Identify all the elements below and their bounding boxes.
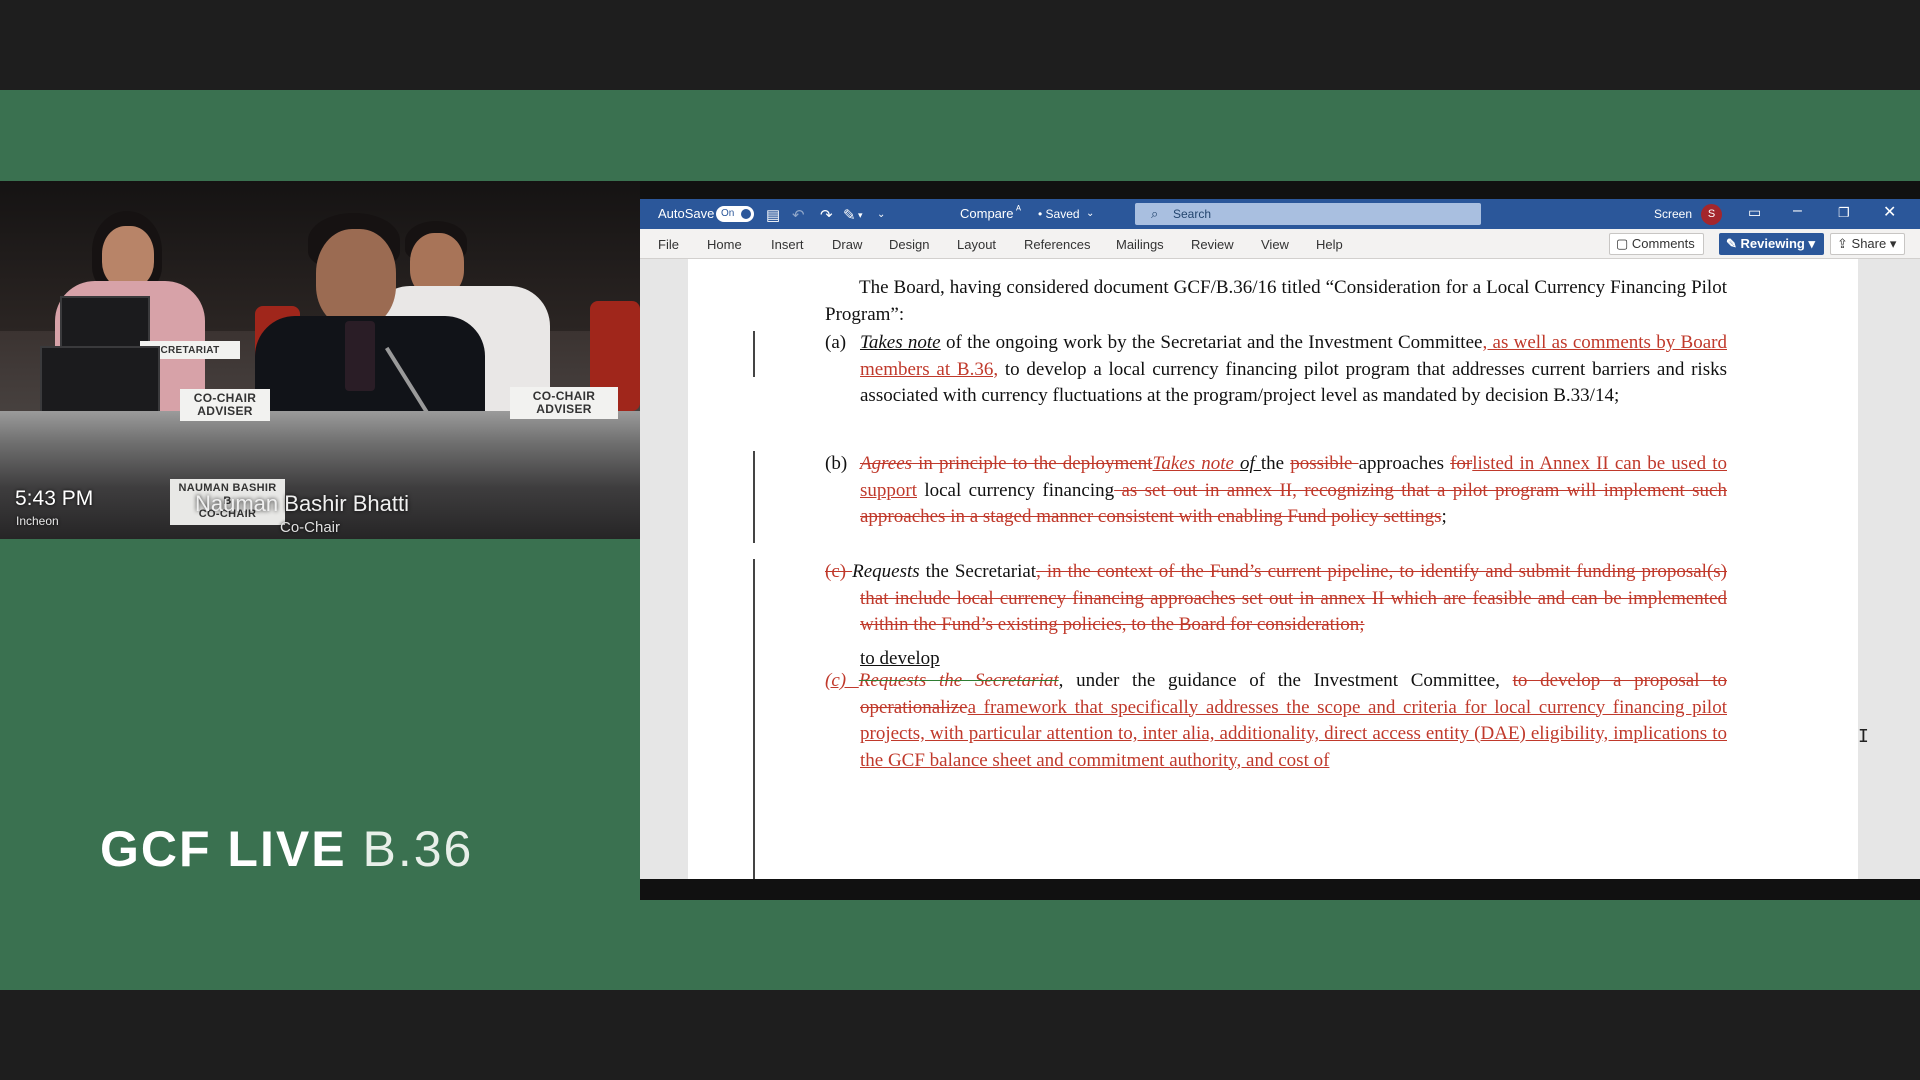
a-takes-note: Takes note <box>860 332 941 353</box>
document-title[interactable]: Compare <box>960 206 1013 221</box>
c1-label: (c) <box>825 561 853 582</box>
title-bar: AutoSave On ▤ ↶ ↷ ✎ ▾ ⌄ Compare ᴬ • Save… <box>640 199 1920 229</box>
restore-icon[interactable]: ❐ <box>1838 205 1850 221</box>
placard-adviser-right: CO-CHAIR ADVISER <box>510 387 618 419</box>
tab-layout[interactable]: Layout <box>957 237 996 252</box>
avatar[interactable]: S <box>1701 204 1722 225</box>
minimize-icon[interactable]: – <box>1793 202 1802 220</box>
c2-text: , under the guidance of the Investment C… <box>1058 670 1513 691</box>
speaker-name: Nauman Bashir Bhatti <box>195 491 409 516</box>
c1-requests: Requests <box>852 561 920 582</box>
c2-label: (c) <box>825 670 859 691</box>
format-painter-icon[interactable]: ✎ <box>843 206 856 224</box>
speaker-video: CRETARIAT CO-CHAIR ADVISER CO-CHAIR ADVI… <box>0 181 640 539</box>
tab-insert[interactable]: Insert <box>771 237 804 252</box>
paragraph-a: Takes note of the ongoing work by the Se… <box>860 330 1727 410</box>
comments-button[interactable]: ▢ Comments <box>1609 233 1704 255</box>
redo-icon[interactable]: ↷ <box>820 206 833 224</box>
b-deleted-1: in principle to the deployment <box>912 453 1153 474</box>
comment-icon: ▢ <box>1616 236 1629 251</box>
save-icon[interactable]: ▤ <box>766 206 780 224</box>
saved-status[interactable]: • Saved <box>1038 207 1080 221</box>
autosave-label: AutoSave <box>658 206 715 221</box>
status-strip <box>640 879 1920 900</box>
c2-deleted-requests: Requests the Secretariat <box>858 670 1059 691</box>
tab-file[interactable]: File <box>658 237 679 252</box>
speaker-role: Co-Chair <box>280 519 341 536</box>
item-a-label: (a) <box>825 332 847 353</box>
b-local-currency: local currency financing <box>917 479 1115 501</box>
c2-inserted: a framework that specifically addresses … <box>860 696 1727 771</box>
location-label: Incheon <box>16 514 59 528</box>
placard-adviser-left: CO-CHAIR ADVISER <box>180 389 270 421</box>
tab-view[interactable]: View <box>1261 237 1289 252</box>
share-button[interactable]: ⇪ Share ▾ <box>1830 233 1906 255</box>
b-of: of <box>1240 453 1261 474</box>
item-b-label: (b) <box>825 453 848 474</box>
event-logo: GCF LIVE B.36 <box>100 820 473 878</box>
tab-mailings[interactable]: Mailings <box>1116 237 1164 252</box>
b-inserted-takes-note: Takes note <box>1152 453 1240 474</box>
user-name[interactable]: Screen <box>1654 207 1692 221</box>
tab-home[interactable]: Home <box>707 237 742 252</box>
change-bar <box>753 451 755 543</box>
customize-toolbar-icon[interactable]: ⌄ <box>877 209 885 220</box>
reviewing-icon: ✎ <box>1726 236 1737 251</box>
search-box[interactable]: ⌕ Search <box>1135 203 1481 225</box>
b-deleted-possible: possible <box>1290 453 1359 474</box>
bottom-letterbox <box>0 990 1920 1080</box>
autosave-toggle[interactable]: On <box>716 206 754 222</box>
paragraph-c-deleted: (c) Requests the Secretariat, in the con… <box>825 559 1727 639</box>
b-deleted-agrees: Agrees <box>860 453 913 474</box>
chevron-down-icon: ▾ <box>1808 236 1815 251</box>
change-bar <box>753 331 755 377</box>
local-time: 5:43 PM <box>15 487 94 510</box>
tab-design[interactable]: Design <box>889 237 929 252</box>
reviewing-button[interactable]: ✎ Reviewing ▾ <box>1719 233 1824 255</box>
chevron-down-icon: ▾ <box>1889 236 1897 251</box>
tab-draw[interactable]: Draw <box>832 237 862 252</box>
tab-review[interactable]: Review <box>1191 237 1234 252</box>
chevron-down-icon[interactable]: ▾ <box>858 210 863 221</box>
share-icon: ⇪ <box>1837 236 1848 251</box>
paragraph-c-new: (c) Requests the Secretariat, under the … <box>825 668 1727 774</box>
a-text-1: of the ongoing work by the Secretariat a… <box>940 332 1483 353</box>
b-deleted-for: for <box>1450 453 1473 474</box>
document-canvas: The Board, having considered document GC… <box>640 259 1920 879</box>
brand-bold: GCF LIVE <box>100 821 347 877</box>
b-approaches: approaches <box>1358 453 1451 474</box>
search-placeholder: Search <box>1173 207 1212 221</box>
b-the: the <box>1260 453 1291 474</box>
undo-icon[interactable]: ↶ <box>792 206 805 224</box>
word-window: AutoSave On ▤ ↶ ↷ ✎ ▾ ⌄ Compare ᴬ • Save… <box>640 181 1920 900</box>
document-page[interactable]: The Board, having considered document GC… <box>688 259 1858 879</box>
change-bar <box>753 559 755 879</box>
search-icon: ⌕ <box>1151 206 1159 221</box>
brand-session: B.36 <box>362 821 474 877</box>
ribbon-tabs: File Home Insert Draw Design Layout Refe… <box>640 229 1920 259</box>
ribbon-display-icon[interactable]: ▭ <box>1748 204 1761 221</box>
chevron-down-icon: ⌄ <box>1086 208 1095 219</box>
tab-references[interactable]: References <box>1024 237 1090 252</box>
moved-to-develop: to develop <box>860 648 940 669</box>
people-icon: ᴬ <box>1016 204 1021 216</box>
paragraph-intro: The Board, having considered document GC… <box>825 277 1727 325</box>
c1-text: the Secretariat <box>919 561 1037 582</box>
b-end: ; <box>1441 506 1447 527</box>
top-letterbox <box>0 0 1920 90</box>
close-icon[interactable]: ✕ <box>1883 202 1896 222</box>
paragraph-b: Agrees in principle to the deploymentTak… <box>860 451 1727 531</box>
text-cursor-icon: I <box>1858 726 1869 747</box>
tab-help[interactable]: Help <box>1316 237 1343 252</box>
